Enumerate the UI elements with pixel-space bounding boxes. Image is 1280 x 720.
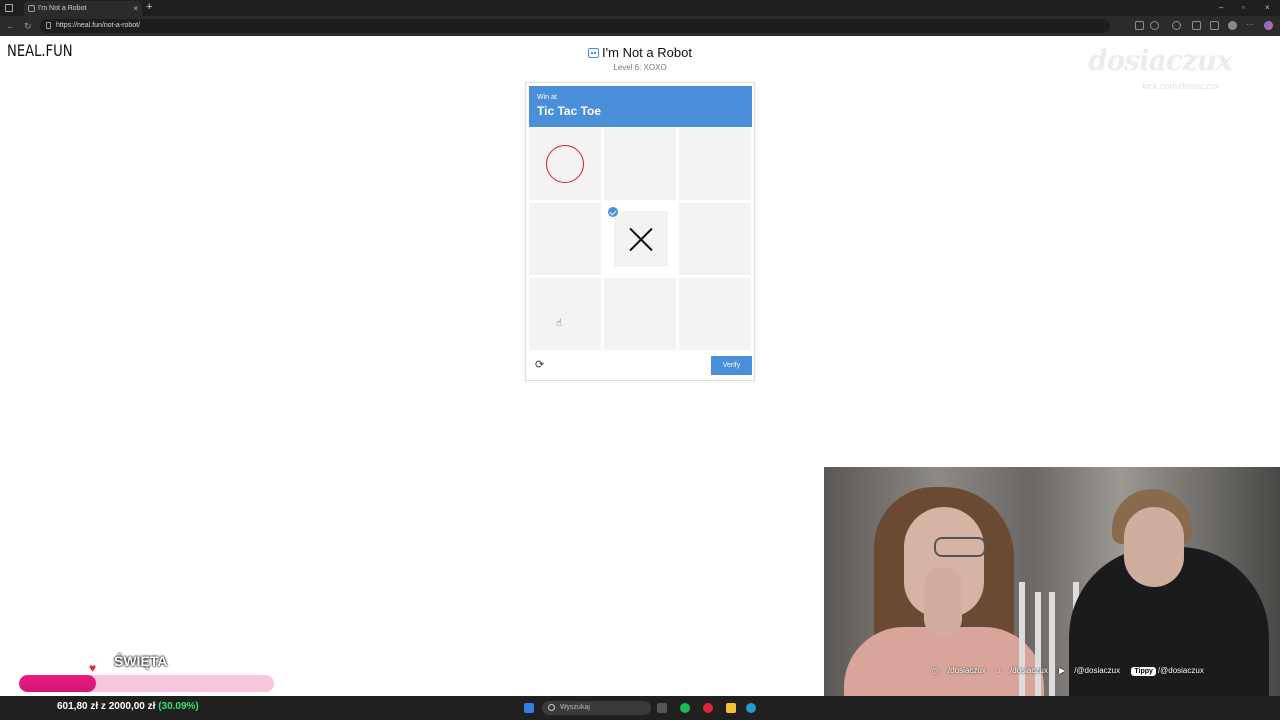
refresh-extension-icon[interactable] [1172,21,1181,30]
heart-icon: ♥ [89,661,97,675]
instagram-icon: ◎ [932,666,939,675]
verify-button[interactable]: Verify [711,356,752,375]
youtube-handle: /@dosiaczux [1074,666,1121,675]
url-input[interactable]: https://neal.fun/not-a-robot/ [40,19,1110,33]
captcha-header: Win at Tic Tac Toe [529,86,752,127]
edge-browser-icon[interactable] [746,703,756,713]
reload-icon[interactable]: ↻ [24,19,32,33]
new-tab-button[interactable]: + [146,0,152,15]
goal-amount: 601,80 zł z 2000,00 zł (30.09%) [57,701,199,712]
goal-progress-fill [19,675,96,692]
favorites-icon[interactable] [1210,21,1219,30]
robot-icon [588,48,600,58]
grid-cell-7[interactable] [529,278,601,350]
read-aloud-icon[interactable] [1135,21,1144,30]
favorite-star-icon[interactable] [1150,21,1159,30]
captcha-footer: ⟳ Verify [529,353,752,379]
tab-close-icon[interactable]: × [133,1,138,16]
back-icon[interactable]: ← [6,19,15,33]
url-text: https://neal.fun/not-a-robot/ [56,22,141,29]
social-handles: ◎ /dosiaczux ♪ /dosiaczux ▶ /@dosiaczux Tip… [932,664,1272,678]
tippy-badge: Tippy [1131,667,1156,676]
grid-cell-3[interactable] [679,128,751,200]
glasses-icon [934,537,986,557]
robot-favicon-icon [28,5,35,12]
o-mark-icon [546,145,584,183]
maximize-button[interactable]: ▫ [1242,0,1245,16]
grid-cell-5[interactable] [604,203,676,275]
screen: I'm Not a Robot × + – ▫ × ← ↻ https://ne… [0,0,1280,720]
close-window-button[interactable]: × [1265,0,1270,16]
browser-address-bar: ← ↻ https://neal.fun/not-a-robot/ ··· [0,16,1280,36]
goal-money-text: 601,80 zł z 2000,00 zł [57,701,156,712]
grid-cell-8[interactable] [604,278,676,350]
tic-tac-toe-grid [529,128,752,351]
page-title: I'm Not a Robot [0,45,1280,60]
youtube-icon: ▶ [1059,666,1066,675]
captcha-widget: Win at Tic Tac Toe ⟳ Verify [525,82,755,381]
browser-tab-bar: I'm Not a Robot × + – ▫ × [0,0,1280,16]
grid-cell-4[interactable] [529,203,601,275]
search-icon [548,704,555,711]
webcam-overlay: ◎ /dosiaczux ♪ /dosiaczux ▶ /@dosiaczux Tip… [824,467,1280,720]
task-view-icon[interactable] [657,703,667,713]
tiktok-icon: ♪ [997,666,1002,675]
browser-tab[interactable]: I'm Not a Robot × [24,1,142,16]
grid-cell-6[interactable] [679,203,751,275]
profile-avatar-icon[interactable] [1228,21,1237,30]
grid-cell-9[interactable] [679,278,751,350]
level-subtitle: Level 6: XOXO [613,63,667,72]
minimize-button[interactable]: – [1219,0,1223,16]
tippy-handle: /@dosiaczux [1157,666,1204,675]
grid-cell-2[interactable] [604,128,676,200]
grid-cell-1[interactable] [529,128,601,200]
selected-check-icon [607,206,619,218]
person-left-arm [924,567,962,637]
captcha-instruction-small: Win at [537,94,557,101]
captcha-instruction-title: Tic Tac Toe [537,104,602,118]
windows-start-icon[interactable] [524,703,534,713]
taskbar-search-placeholder: Wyszukaj [560,704,590,711]
instagram-handle: /dosiaczux [947,666,986,675]
refresh-icon[interactable]: ⟳ [535,360,546,371]
tiktok-handle: /dosiaczux [1010,666,1048,675]
person-right-face [1124,507,1184,587]
site-info-icon[interactable] [46,22,51,29]
kick-link-watermark: kick.com/dosiaczux [1142,81,1220,91]
selected-cell-inner [614,211,668,267]
more-menu-icon[interactable]: ··· [1246,21,1255,30]
copilot-icon[interactable] [1264,21,1273,30]
hand-cursor-icon: ☝ [556,318,563,329]
app-icon-red[interactable] [703,703,713,713]
file-explorer-icon[interactable] [726,703,736,713]
spotify-icon[interactable] [680,703,690,713]
page-title-text: I'm Not a Robot [602,45,692,60]
taskbar-search-input[interactable]: Wyszukaj [542,701,651,715]
goal-title: ŚWIĘTA [114,653,168,669]
x-mark-icon [628,226,654,252]
sidebar-toggle-icon[interactable] [5,4,13,12]
goal-percent: (30.09%) [158,701,199,712]
tab-title: I'm Not a Robot [38,5,87,12]
goal-progress-bar [18,674,275,693]
extensions-icon[interactable] [1192,21,1201,30]
